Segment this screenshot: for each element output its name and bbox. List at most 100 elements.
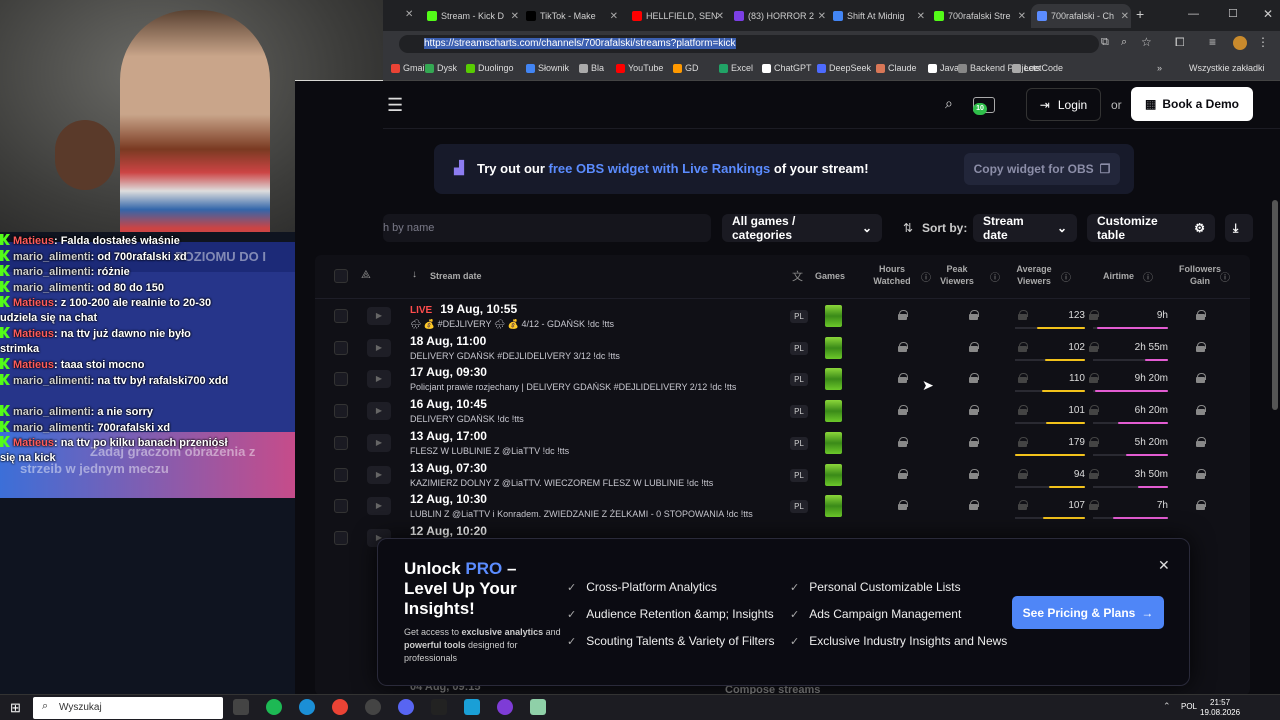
browser-tab[interactable]: HELLFIELD, SEN ✕ [626,4,726,28]
table-row[interactable]: ▶ 16 Aug, 10:45 DELIVERY GDAŃSK !dc !tts PL… [315,395,1250,427]
sort-dropdown[interactable]: Stream date ⌄ [973,214,1077,242]
bookmark-star-icon[interactable]: ☆ [1141,35,1152,49]
info-icon[interactable]: ⓘ [921,269,931,284]
download-button[interactable]: ⤓ [1225,214,1253,242]
obs-highlight[interactable]: free OBS widget with Live Rankings [549,161,771,176]
spotify-icon[interactable] [266,699,282,715]
clock[interactable]: 21:57 19.08.2026 [1200,698,1240,718]
row-checkbox[interactable] [334,530,348,545]
bookmark-item[interactable]: Bla [579,63,604,73]
play-icon[interactable]: ▶ [367,338,391,357]
bookmarks-overflow-icon[interactable]: » [1157,63,1162,73]
games-filter-dropdown[interactable]: All games / categories ⌄ [722,214,882,242]
table-row[interactable]: ▶ 13 Aug, 17:00 FLESZ W LUBLINIE Z @LiaTTV… [315,427,1250,459]
play-icon[interactable]: ▶ [367,433,391,452]
tab-close-icon[interactable]: ✕ [818,11,826,22]
row-checkbox[interactable] [334,499,348,514]
maximize-icon[interactable]: ☐ [1228,7,1238,20]
game-thumbnail[interactable] [825,495,842,518]
row-checkbox[interactable] [334,309,348,323]
browser-tab[interactable]: 700rafalski Stre ✕ [928,4,1028,28]
row-checkbox[interactable] [334,435,348,450]
table-row[interactable]: ▶ 13 Aug, 07:30 KAZIMIERZ DOLNY Z @LiaTTV.… [315,459,1250,491]
close-icon[interactable]: ✕ [1158,557,1170,574]
notes-icon[interactable] [530,699,546,715]
th-games[interactable]: Games [815,270,845,282]
chrome-icon[interactable] [332,699,348,715]
game-thumbnail[interactable] [825,431,842,454]
tab-close-icon[interactable]: ✕ [917,11,925,22]
profile-avatar[interactable] [1233,36,1247,50]
th-average-viewers[interactable]: Average Viewers [1015,263,1053,287]
edge-icon[interactable] [299,699,315,715]
obs-icon[interactable] [365,699,381,715]
tab-close-icon[interactable]: ✕ [511,11,519,22]
language-indicator[interactable]: POL [1181,702,1197,711]
bookmark-item[interactable]: Java [928,63,959,73]
url-field[interactable]: https://streamscharts.com/channels/700ra… [399,35,1099,53]
bookmark-item[interactable]: YouTube [616,63,663,73]
game-thumbnail[interactable] [825,463,842,486]
row-title[interactable]: 🌧 💰 #DEJLIVERY 🌧 💰 4/12 - GDAŃSK !dc !tt… [410,319,614,330]
info-icon[interactable]: ⓘ [990,269,1000,284]
game-thumbnail[interactable] [825,336,842,359]
tray-arrow-icon[interactable]: ⌃ [1163,701,1171,712]
bookmark-item[interactable]: DeepSeek [817,63,871,73]
minimize-icon[interactable]: — [1188,8,1199,20]
tab-close-icon[interactable]: ✕ [716,11,724,22]
table-row[interactable]: ▶ LIVE 19 Aug, 10:55 🌧 💰 #DEJLIVERY 🌧 💰 4/1… [315,300,1250,332]
th-hours-watched[interactable]: Hours Watched [868,263,916,287]
bookmark-item[interactable]: LeetCode [1012,63,1063,73]
play-icon[interactable]: ▶ [367,307,391,325]
browser-tab[interactable]: Shift At Midnig ✕ [827,4,927,28]
twitch-icon[interactable] [497,699,513,715]
row-title[interactable]: DELIVERY GDAŃSK !dc !tts [410,414,524,424]
bookmark-item[interactable]: Dysk [425,63,457,73]
game-thumbnail[interactable] [825,368,842,391]
game-thumbnail[interactable] [825,305,842,327]
hamburger-menu-icon[interactable]: ☰ [387,95,403,116]
th-followers-gain[interactable]: Followers Gain [1175,263,1225,287]
browser-tab[interactable]: TikTok - Make ✕ [520,4,620,28]
task-view-icon[interactable] [233,699,249,715]
game-thumbnail[interactable] [825,400,842,423]
bookmark-item[interactable]: GD [673,63,699,73]
see-pricing-button[interactable]: See Pricing & Plans → [1012,596,1164,629]
kebab-menu-icon[interactable]: ⋮ [1257,35,1269,49]
files-icon[interactable] [464,699,480,715]
table-row[interactable]: ▶ 18 Aug, 11:00 DELIVERY GDAŃSK #DEJLIDELI… [315,332,1250,364]
taskbar-search[interactable]: Wyszukaj [33,697,223,719]
play-icon[interactable]: ▶ [367,402,391,421]
play-icon[interactable]: ▶ [367,497,391,516]
bookmark-item[interactable]: Excel [719,63,753,73]
browser-tab[interactable]: Stream - Kick D ✕ [421,4,521,28]
th-airtime[interactable]: Airtime [1103,270,1134,282]
th-stream-date[interactable]: Stream date [430,270,482,282]
row-title[interactable]: DELIVERY GDAŃSK #DEJLIDELIVERY 3/12 !dc … [410,351,620,361]
zoom-icon[interactable]: ⌕ [1121,36,1127,49]
translate-icon[interactable]: ⧉ [1101,36,1109,49]
discord-icon[interactable] [398,699,414,715]
customize-table-button[interactable]: Customize table ⚙ [1087,214,1215,242]
table-row[interactable]: ▶ 17 Aug, 09:30 Policjant prawie rozjechan… [315,363,1250,395]
window-close-icon[interactable]: ✕ [1263,7,1273,21]
browser-tab[interactable]: (83) HORROR 2 ✕ [728,4,828,28]
info-icon[interactable]: ⓘ [1061,269,1071,284]
bookmark-item[interactable]: Gmail [391,63,427,73]
page-scrollbar[interactable] [1272,200,1278,410]
row-title[interactable]: KAZIMIERZ DOLNY Z @LiaTTV. WIECZOREM FLE… [410,478,713,488]
search-icon[interactable]: ⌕ [945,95,953,112]
play-icon[interactable]: ▶ [367,370,391,389]
play-icon[interactable]: ▶ [367,465,391,484]
app-icon[interactable] [431,699,447,715]
windows-start-icon[interactable]: ⊞ [10,700,21,716]
tab-close-icon[interactable]: ✕ [405,9,413,20]
row-title[interactable]: LUBLIN Z @LiaTTV i Konradem. ZWIEDZANIE … [410,509,753,519]
copy-widget-button[interactable]: Copy widget for OBS ❐ [964,153,1120,185]
row-checkbox[interactable] [334,372,348,387]
new-tab-icon[interactable]: + [1136,6,1144,22]
bookmark-item[interactable]: Słownik [526,63,569,73]
info-icon[interactable]: ⓘ [1143,269,1153,284]
search-input[interactable]: h by name [383,214,711,242]
row-checkbox[interactable] [334,340,348,355]
